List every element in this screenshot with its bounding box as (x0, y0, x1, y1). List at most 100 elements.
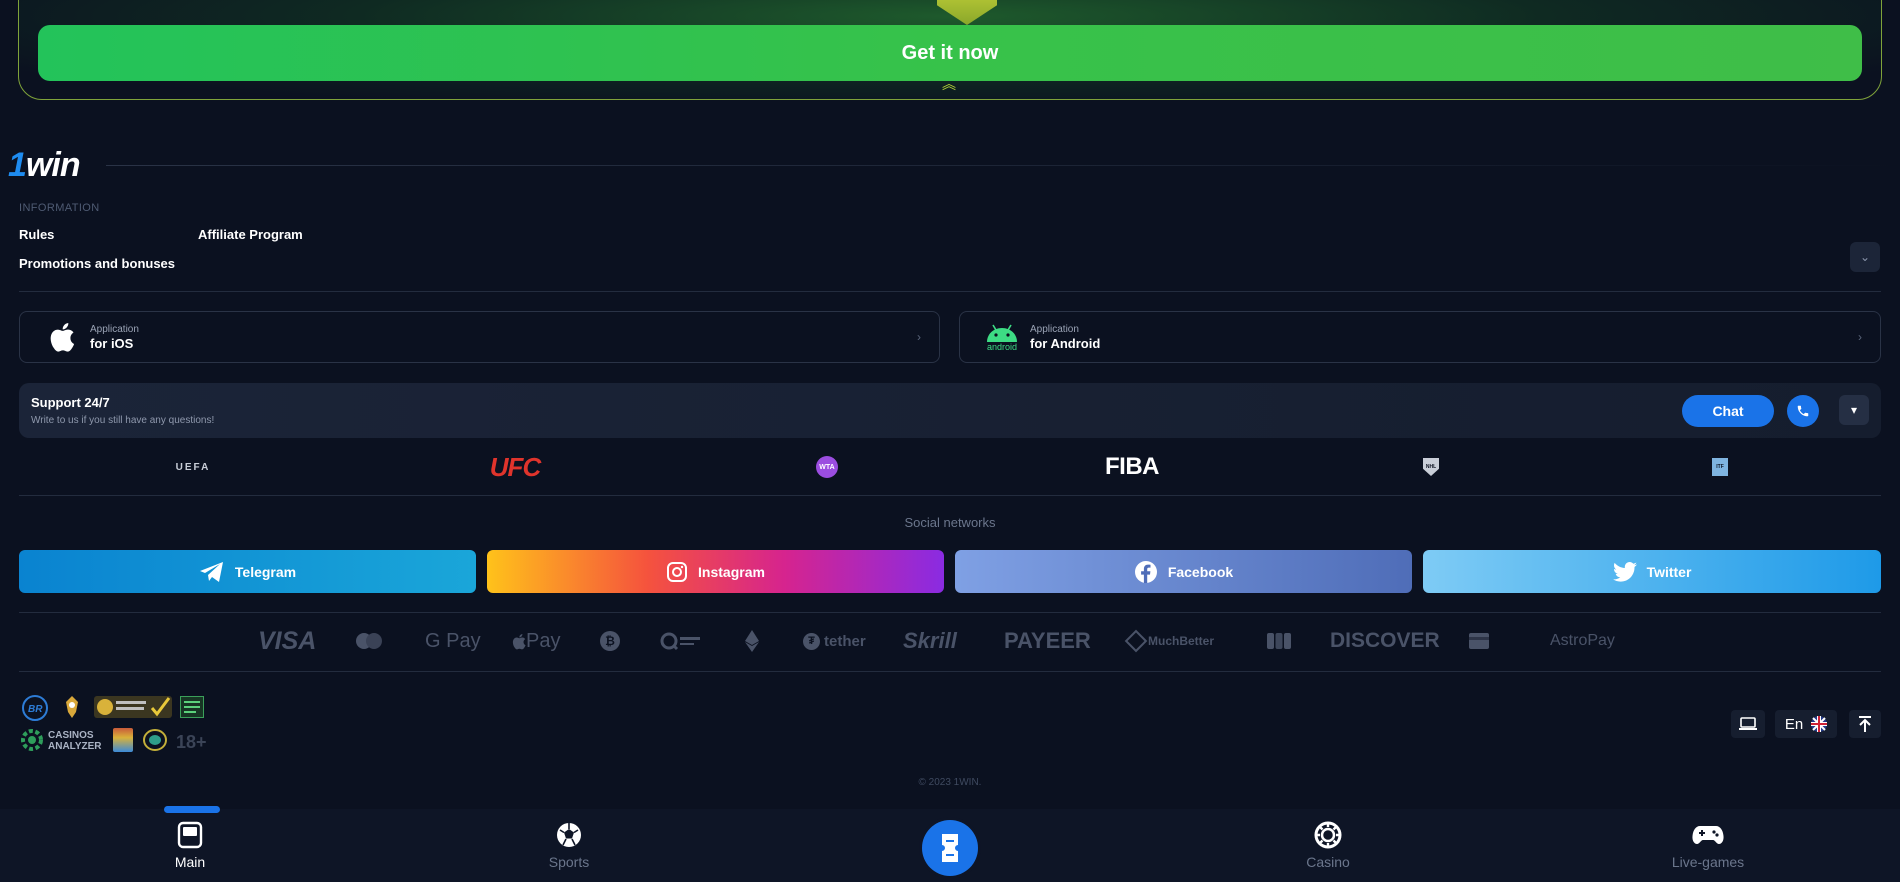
app-platform: for iOS (90, 336, 134, 351)
apple-pay-logo: Pay (512, 628, 560, 654)
brand-logo[interactable]: 1win (8, 146, 81, 185)
get-it-now-button[interactable]: Get it now (38, 25, 1862, 81)
support-panel: Support 24/7 Write to us if you still ha… (19, 383, 1881, 438)
facebook-label: Facebook (1167, 563, 1234, 580)
promotions-link[interactable]: Promotions and bonuses (19, 256, 175, 271)
android-app-card[interactable]: android Application for Android › (959, 311, 1881, 363)
language-selector[interactable]: En (1775, 710, 1837, 738)
android-icon: android (982, 317, 1022, 357)
tether-logo: ₮ tether (803, 628, 866, 654)
casinos-analyzer-label: CASINOS ANALYZER (48, 730, 102, 752)
logo-word: win (25, 146, 81, 184)
nav-casino[interactable]: Casino (1268, 820, 1388, 880)
support-title: Support 24/7 (31, 395, 110, 410)
svg-text:BR: BR (28, 704, 43, 715)
ufc-logo: UFC (489, 451, 541, 482)
license-badge-best[interactable] (180, 696, 204, 718)
telegram-button[interactable]: Telegram (19, 550, 476, 593)
nav-label: Sports (548, 854, 590, 870)
instagram-label: Instagram (698, 563, 765, 580)
partner-fiba: FIBA (1105, 453, 1160, 480)
astropay-logo: AstroPay (1550, 632, 1615, 649)
partner-nhl: NHL (1421, 454, 1441, 480)
logo-digit: 1 (8, 146, 27, 184)
language-label: En (1784, 715, 1804, 733)
twitter-icon (1612, 561, 1637, 582)
affiliate-program-link[interactable]: Affiliate Program (198, 227, 303, 242)
partner-itf: ITF (1710, 454, 1730, 480)
ios-app-card[interactable]: Application for iOS › (19, 311, 940, 363)
phone-button[interactable] (1787, 395, 1819, 427)
license-badge-crest[interactable] (62, 694, 82, 720)
nav-live-games[interactable]: Live-games (1648, 820, 1768, 880)
home-icon (177, 821, 203, 849)
app-label: Application (90, 324, 139, 335)
casino-chip-icon (1314, 821, 1342, 849)
muchbetter-text: MuchBetter (1148, 634, 1215, 648)
chevron-right-icon: › (1858, 330, 1862, 344)
divider (19, 612, 1881, 613)
phone-icon (1797, 405, 1809, 417)
license-badge-shield[interactable] (143, 729, 167, 751)
nav-sports[interactable]: Sports (509, 820, 629, 880)
facebook-button[interactable]: Facebook (955, 550, 1412, 593)
rules-link[interactable]: Rules (19, 227, 54, 242)
arrow-up-icon (1859, 716, 1871, 732)
nav-main[interactable]: Main (130, 820, 250, 880)
visa-logo: VISA (258, 626, 317, 655)
support-subtitle: Write to us if you still have any questi… (31, 415, 215, 426)
divider (106, 165, 1900, 166)
mastercard-logo (353, 628, 385, 654)
app-label: Application (1030, 324, 1079, 335)
card-logo (1468, 628, 1490, 654)
nhl-logo: NHL (1423, 458, 1439, 476)
bet-slip-button[interactable] (922, 820, 978, 876)
telegram-label: Telegram (234, 563, 297, 580)
scroll-to-top-button[interactable] (1849, 710, 1881, 738)
chevron-down-icon: ▾ (1850, 403, 1858, 417)
expand-support-button[interactable]: ▾ (1839, 395, 1869, 425)
gamepad-icon (1692, 826, 1724, 844)
uefa-logo: UEFA (175, 461, 211, 473)
itf-text: ITF (1716, 464, 1724, 470)
nav-label: Live-games (1671, 854, 1745, 870)
license-badge-approval[interactable] (94, 696, 172, 718)
expand-info-button[interactable]: ⌄ (1850, 242, 1880, 272)
nav-label: Casino (1306, 854, 1350, 870)
ethereum-logo (745, 628, 759, 654)
bonus-badge-icon (937, 0, 997, 25)
wta-logo: WTA (816, 456, 838, 478)
license-badge-br[interactable]: BR (19, 694, 51, 722)
social-heading: Social networks (904, 515, 996, 530)
apple-pay-text: Pay (526, 629, 561, 652)
qiwi-logo (660, 628, 702, 654)
itf-logo: ITF (1712, 458, 1728, 476)
desktop-view-button[interactable] (1731, 710, 1765, 738)
chevron-up-icon: ︽ (942, 76, 956, 92)
chevron-right-icon: › (917, 330, 921, 344)
divider (19, 671, 1881, 672)
wta-text: WTA (819, 463, 835, 471)
instagram-button[interactable]: Instagram (487, 550, 944, 593)
ticket-icon (942, 834, 958, 862)
license-badge-colored[interactable] (113, 728, 133, 752)
divider (19, 291, 1881, 292)
facebook-icon (1134, 560, 1157, 583)
apple-icon (42, 317, 82, 357)
jcb-logo (1266, 628, 1292, 654)
uk-flag-icon (1811, 716, 1828, 732)
app-platform: for Android (1030, 336, 1101, 351)
chevron-down-icon: ⌄ (1859, 250, 1871, 264)
skrill-logo: Skrill (903, 628, 957, 653)
nav-label: Main (174, 854, 206, 870)
android-caption: android (986, 342, 1018, 352)
partner-uefa: UEFA (168, 454, 218, 480)
chat-button[interactable]: Chat (1682, 395, 1774, 427)
nhl-text: NHL (1425, 464, 1437, 470)
muchbetter-logo: MuchBetter (1124, 628, 1215, 654)
page: Get it now ︽ 1win INFORMATION Rules Affi… (0, 0, 1900, 882)
telegram-icon (199, 561, 223, 582)
age-restriction-label: 18+ (176, 732, 207, 752)
payeer-logo: PAYEER (1004, 628, 1091, 653)
twitter-button[interactable]: Twitter (1423, 550, 1881, 593)
